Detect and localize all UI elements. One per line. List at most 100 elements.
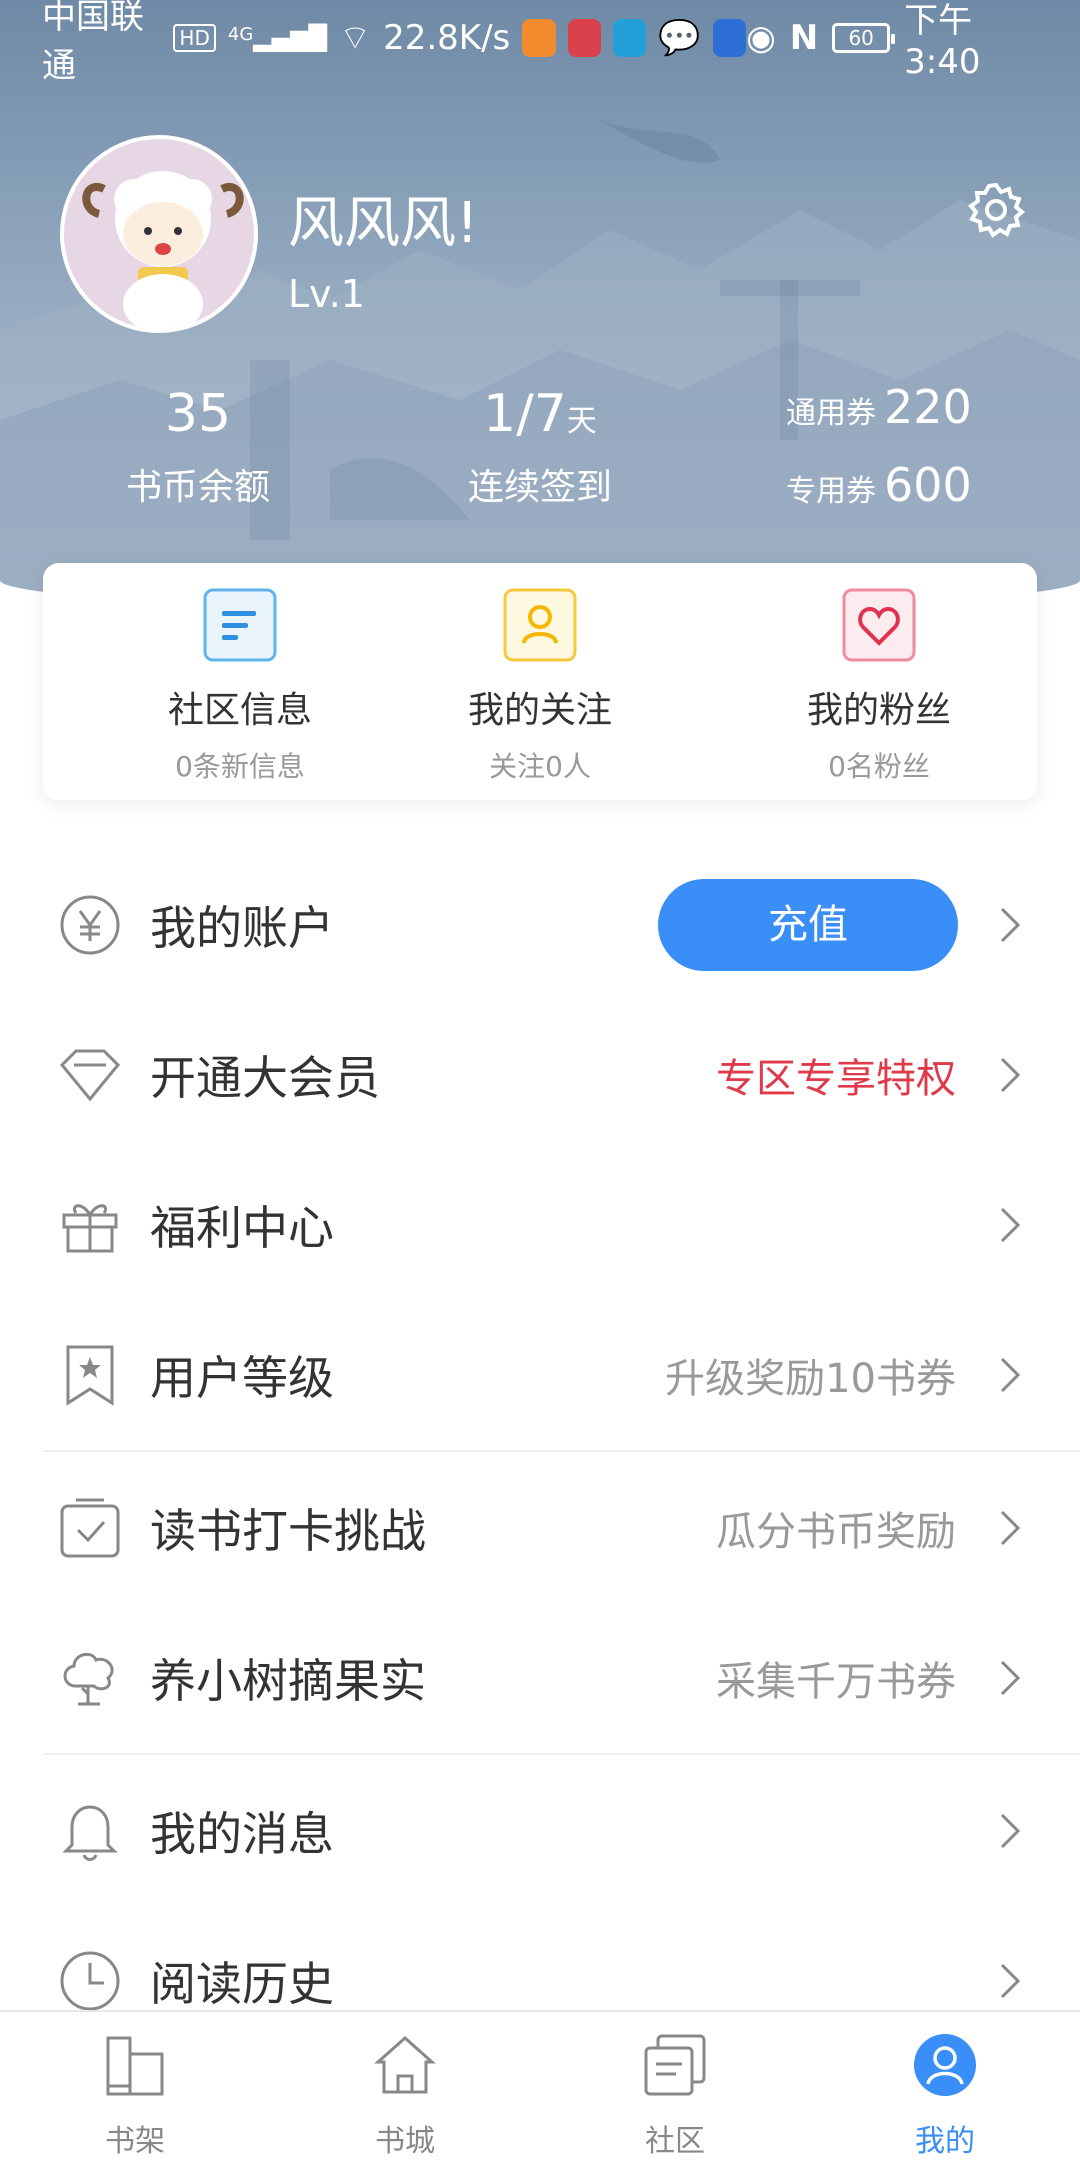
menu-vip-label: 开通大会员	[150, 1051, 380, 1105]
menu-reading-challenge-extra: 瓜分书币奖励	[716, 1509, 956, 1555]
menu-messages[interactable]: 我的消息	[0, 1756, 1080, 1906]
community-info-title: 社区信息	[167, 690, 312, 731]
reader-app-icon	[613, 18, 647, 57]
chevron-right-icon	[1000, 1813, 1021, 1849]
general-coupon[interactable]: 通用券 220	[786, 380, 972, 434]
coin-balance[interactable]: 35 书币余额	[118, 384, 278, 510]
bottom-tab-bar: 书架 书城 社区 我的	[0, 2010, 1080, 2160]
user-level-badge: Lv.1	[288, 272, 365, 316]
signal-icon: 4G▂▄▆█	[227, 23, 328, 52]
tab-bookstore-label: 书城	[375, 2124, 435, 2159]
gear-icon	[968, 182, 1026, 238]
avatar[interactable]	[60, 135, 258, 333]
menu-vip[interactable]: 开通大会员 专区专享特权	[0, 1000, 1080, 1150]
eye-icon: ◉	[746, 17, 776, 58]
menu-my-account[interactable]: 我的账户 充值	[0, 850, 1080, 1000]
coin-balance-label: 书币余额	[125, 467, 270, 508]
tab-community[interactable]: 社区	[600, 2030, 750, 2160]
person-icon	[502, 587, 578, 663]
divider	[43, 1753, 1080, 1755]
menu-history-label: 阅读历史	[150, 1957, 334, 2011]
coin-balance-value: 35	[164, 384, 232, 444]
social-card: 社区信息 0条新信息 我的关注 关注0人 我的粉丝 0名粉丝	[43, 563, 1037, 800]
battery-icon: 60	[832, 22, 896, 53]
menu-user-level-label: 用户等级	[150, 1351, 334, 1405]
hd-badge: HD	[173, 23, 216, 52]
chevron-right-icon	[1000, 1357, 1021, 1393]
chevron-right-icon	[1000, 1963, 1021, 1999]
video-app-icon	[522, 18, 556, 57]
tab-community-label: 社区	[645, 2124, 705, 2159]
chevron-right-icon	[1000, 1660, 1021, 1696]
community-info-sub: 0条新信息	[175, 750, 305, 783]
menu-welfare-label: 福利中心	[150, 1201, 334, 1255]
username: 风风风!	[288, 191, 479, 256]
gift-icon	[62, 1204, 118, 1253]
tab-bookstore[interactable]: 书城	[330, 2030, 480, 2160]
community-info-item[interactable]: 社区信息 0条新信息	[90, 587, 390, 785]
heart-icon	[841, 587, 917, 663]
menu-user-level[interactable]: 用户等级 升级奖励10书券	[0, 1300, 1080, 1450]
tab-bookshelf[interactable]: 书架	[60, 2030, 210, 2160]
tab-bookshelf-label: 书架	[105, 2124, 165, 2159]
menu-welfare[interactable]: 福利中心	[0, 1150, 1080, 1300]
shield-icon	[712, 18, 747, 57]
checkin-value: 1/7	[483, 384, 567, 444]
menu-my-account-label: 我的账户	[150, 901, 334, 955]
divider	[43, 1450, 1080, 1452]
recharge-button[interactable]: 充值	[658, 879, 958, 971]
special-coupon-label: 专用券	[786, 474, 876, 509]
shop-app-icon	[567, 18, 601, 57]
chevron-right-icon	[1000, 1057, 1021, 1093]
checkin-label: 连续签到	[467, 467, 612, 508]
checkin-streak[interactable]: 1/7天 连续签到	[450, 384, 630, 510]
following-sub: 关注0人	[489, 750, 591, 783]
checkin-unit: 天	[566, 404, 597, 439]
menu-messages-label: 我的消息	[150, 1807, 334, 1861]
menu-reading-challenge-label: 读书打卡挑战	[150, 1504, 426, 1558]
fans-item[interactable]: 我的粉丝 0名粉丝	[729, 587, 1029, 785]
bookstore-home-icon	[374, 2035, 436, 2094]
special-coupon-value: 600	[884, 458, 972, 512]
menu-vip-extra: 专区专享特权	[716, 1056, 956, 1102]
tree-icon	[63, 1652, 114, 1706]
general-coupon-value: 220	[884, 380, 972, 434]
message-list-icon	[202, 587, 278, 663]
wifi-icon: ⌔	[339, 18, 372, 58]
profile-icon	[914, 2034, 976, 2096]
chevron-right-icon	[1000, 1510, 1021, 1546]
community-icon	[644, 2034, 706, 2096]
clock-icon	[60, 1951, 120, 2011]
network-speed: 22.8K/s	[383, 17, 511, 58]
general-coupon-label: 通用券	[786, 396, 876, 431]
menu-tree-label: 养小树摘果实	[150, 1654, 426, 1708]
fans-title: 我的粉丝	[806, 690, 951, 731]
profile-header: 中国联通 HD 4G▂▄▆█ ⌔ 22.8K/s 💬 ◉ N 60 下午3:40	[0, 0, 1080, 610]
nfc-icon: N	[789, 17, 819, 58]
chevron-right-icon	[1000, 1207, 1021, 1243]
bookshelf-icon	[106, 2036, 164, 2096]
sheep-avatar-icon	[82, 171, 244, 329]
menu-tree[interactable]: 养小树摘果实 采集千万书券	[0, 1603, 1080, 1753]
bookmark-star-icon	[66, 1345, 114, 1406]
chat-icon: 💬	[658, 17, 701, 58]
fans-sub: 0名粉丝	[828, 750, 930, 783]
clock: 下午3:40	[904, 1, 981, 82]
settings-button[interactable]	[966, 180, 1026, 240]
tab-profile[interactable]: 我的	[870, 2030, 1020, 2160]
tab-profile-label: 我的	[915, 2124, 975, 2159]
chevron-right-icon	[1000, 907, 1021, 943]
following-title: 我的关注	[467, 690, 612, 731]
network-type: 4G	[227, 23, 254, 45]
carrier-name: 中国联通	[42, 0, 144, 86]
following-item[interactable]: 我的关注 关注0人	[390, 587, 690, 785]
menu-tree-extra: 采集千万书券	[716, 1659, 956, 1705]
checkin-calendar-icon	[60, 1498, 120, 1558]
special-coupon[interactable]: 专用券 600	[786, 458, 972, 512]
diamond-icon	[59, 1049, 121, 1102]
menu-reading-challenge[interactable]: 读书打卡挑战 瓜分书币奖励	[0, 1453, 1080, 1603]
bell-icon	[62, 1805, 118, 1861]
menu-user-level-extra: 升级奖励10书券	[665, 1356, 956, 1402]
status-bar: 中国联通 HD 4G▂▄▆█ ⌔ 22.8K/s 💬 ◉ N 60 下午3:40	[0, 0, 1080, 86]
yen-coin-icon	[60, 895, 120, 955]
